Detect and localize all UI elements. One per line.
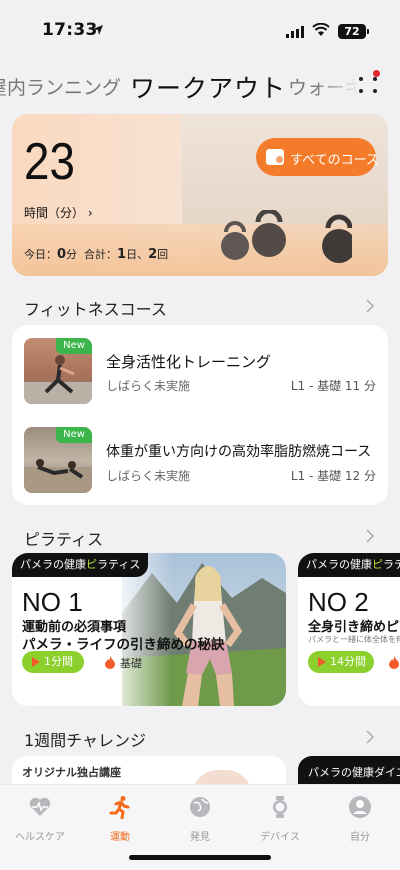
battery-indicator: 72 <box>338 24 366 39</box>
discover-icon <box>190 797 210 817</box>
pilates-card[interactable]: パメラの健康ピラティ NO 2 全身引き締めピラ パメラと一緒に体全体を伸ばし … <box>298 553 400 706</box>
health-icon <box>29 797 51 816</box>
course-item[interactable]: New 全身活性化トレーニング しばらく未実施 L1 - 基礎 11 分 <box>12 325 388 415</box>
status-time: 17:33 <box>42 20 98 40</box>
battery-tip <box>367 29 369 34</box>
course-title: 全身活性化トレーニング <box>106 353 272 371</box>
profile-icon <box>349 796 371 818</box>
kettlebell-image <box>221 210 352 263</box>
tab-indoor-running[interactable]: 屋内ランニング <box>0 73 121 100</box>
fitness-courses-title: フィットネスコース <box>24 300 167 319</box>
all-courses-button[interactable]: すべてのコース <box>256 138 379 176</box>
course-level: L1 - 基礎 12 分 <box>290 469 376 483</box>
nav-devices[interactable]: デバイス <box>245 795 315 843</box>
status-bar: 17:33 72 <box>0 0 400 56</box>
fitness-course-list: New 全身活性化トレーニング しばらく未実施 L1 - 基礎 11 分 New… <box>12 325 388 505</box>
nav-health[interactable]: ヘルスケア <box>5 795 75 843</box>
total-minutes-value: 23 <box>24 133 75 191</box>
nav-profile[interactable]: 自分 <box>325 795 395 843</box>
nav-exercise[interactable]: 運動 <box>85 795 155 843</box>
signal-icon <box>286 26 304 38</box>
wifi-icon <box>312 23 330 36</box>
new-badge: New <box>56 338 92 354</box>
challenge-label: オリジナル独占講座 <box>22 766 121 779</box>
pilates-card[interactable]: パメラの健康ピラティス NO 1 運動前の必須事項 パメラ・ライフの引き締めの秘… <box>12 553 286 706</box>
pilates-brand-banner: パメラの健康ピラティス <box>12 553 149 577</box>
pilates-number: NO 1 <box>22 587 83 617</box>
pilates-title: ピラティス <box>24 530 104 549</box>
home-indicator <box>129 855 271 860</box>
course-title: 体重が重い方向けの高効率脂肪燃焼コース <box>106 444 372 460</box>
nav-discover[interactable]: 発見 <box>165 795 235 843</box>
duration-pill: 1分間 <box>22 651 84 673</box>
watch-icon <box>273 796 287 818</box>
pilates-brand-banner: パメラの健康ピラティ <box>298 553 400 577</box>
location-arrow-icon <box>93 25 103 35</box>
pilates-subtitle: 全身引き締めピラ <box>308 620 400 635</box>
course-list-icon <box>266 149 284 165</box>
weekly-challenge-title: 1週間チャレンジ <box>24 731 147 750</box>
run-icon <box>109 796 130 820</box>
course-status: しばらく未実施 <box>106 469 191 483</box>
workout-type-tabs: 屋内ランニング ワークアウト ウォーキ <box>0 60 400 108</box>
pilates-headline: パメラ・ライフの引き締めの秘訣 <box>22 637 225 653</box>
flame-icon <box>389 656 399 669</box>
tab-workout[interactable]: ワークアウト <box>130 69 286 105</box>
chevron-right-icon[interactable] <box>364 730 376 744</box>
chevron-right-icon[interactable] <box>364 529 376 543</box>
workout-summary-card[interactable]: 23 時間（分） › 今日：0分 合計：1日、2回 すべてのコース <box>12 114 388 276</box>
course-item[interactable]: New 体重が重い方向けの高効率脂肪燃焼コース しばらく未実施 L1 - 基礎 … <box>12 415 388 505</box>
activity-summary: 今日：0分 合計：1日、2回 <box>24 247 169 262</box>
course-status: しばらく未実施 <box>106 379 191 393</box>
pilates-description: パメラと一緒に体全体を伸ばし <box>308 635 400 644</box>
course-level: L1 - 基礎 11 分 <box>290 379 376 393</box>
total-minutes-label[interactable]: 時間（分） › <box>24 204 93 221</box>
new-badge: New <box>56 427 92 443</box>
chevron-right-icon[interactable] <box>364 299 376 313</box>
pilates-number: NO 2 <box>308 587 369 617</box>
difficulty-level: 基礎 <box>120 657 142 670</box>
challenge-label: パメラの健康ダイエ <box>308 766 400 779</box>
duration-pill: 14分間 <box>308 651 374 673</box>
notification-dot <box>373 70 380 77</box>
flame-icon <box>105 656 115 669</box>
course-thumbnail: New <box>24 338 92 404</box>
course-thumbnail: New <box>24 427 92 493</box>
